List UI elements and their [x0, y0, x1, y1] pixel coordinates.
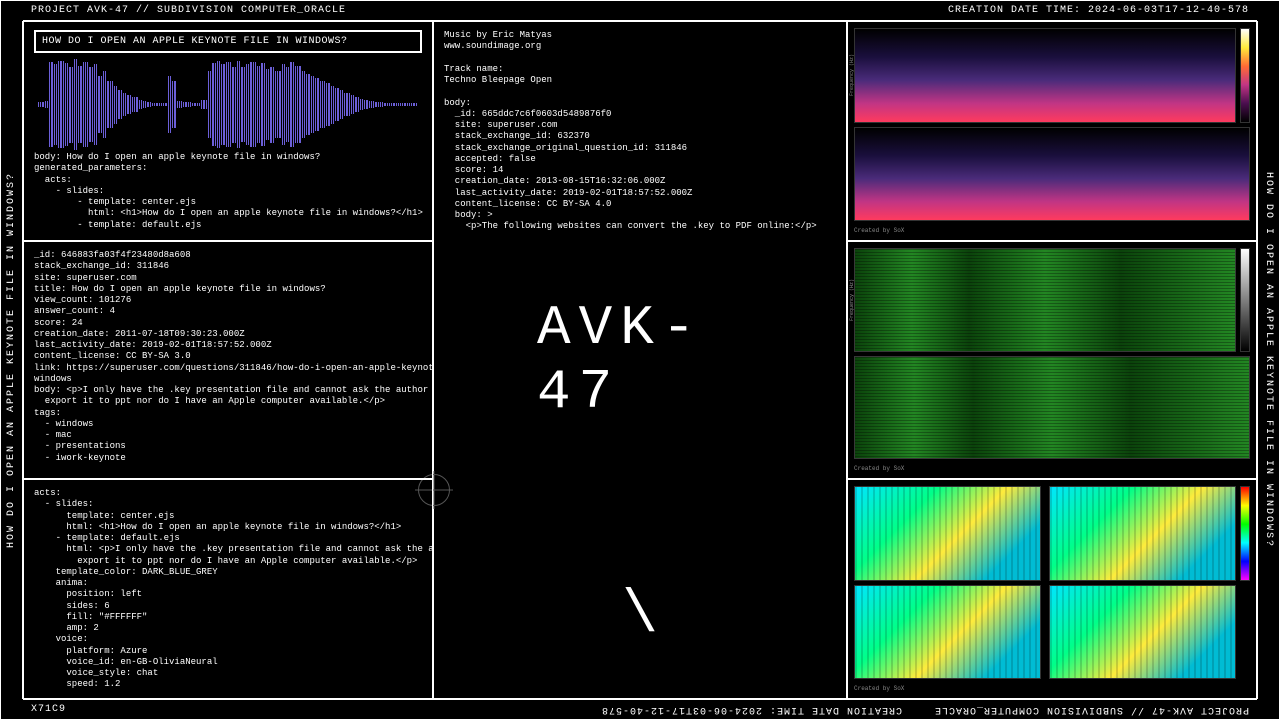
spec-caption-2: Created by SoX — [854, 463, 1250, 472]
spec-caption-1: Created by SoX — [854, 225, 1250, 234]
main-grid: HOW DO I OPEN AN APPLE KEYNOTE FILE IN W… — [23, 21, 1257, 699]
footer-project-flipped: PROJECT AVK-47 // SUBDIVISION COMPUTER_O… — [934, 704, 1249, 715]
colorbar-heat — [1240, 28, 1250, 123]
header-datetime: CREATION DATE TIME: 2024-06-03T17-12-40-… — [948, 5, 1249, 16]
side-right-text: HOW DO I OPEN AN APPLE KEYNOTE FILE IN W… — [1263, 172, 1274, 548]
panel-search-waveform: HOW DO I OPEN AN APPLE KEYNOTE FILE IN W… — [23, 21, 433, 241]
spectrogram-cyan-1 — [854, 486, 1041, 581]
axis-y-label: Frequency (Hz) — [849, 279, 855, 321]
panel-question-meta: _id: 646883fa03f4f23480d8a608 stack_exch… — [23, 241, 433, 479]
spec-caption-3: Created by SoX — [854, 683, 1250, 692]
footer-bar: X71C9 CREATION DATE TIME: 2024-06-03T17-… — [23, 699, 1257, 719]
acts-config-yaml: acts: - slides: template: center.ejs htm… — [34, 488, 422, 691]
project-title-large: AVK-47 — [537, 296, 743, 424]
spectrogram-cyan-2 — [1049, 486, 1236, 581]
header-bar: PROJECT AVK-47 // SUBDIVISION COMPUTER_O… — [23, 1, 1257, 21]
search-input[interactable]: HOW DO I OPEN AN APPLE KEYNOTE FILE IN W… — [34, 30, 422, 53]
header-project: PROJECT AVK-47 // SUBDIVISION COMPUTER_O… — [31, 5, 948, 16]
spectrogram-green-2 — [854, 356, 1250, 460]
panel-acts-config: acts: - slides: template: center.ejs htm… — [23, 479, 433, 699]
side-rail-right: HOW DO I OPEN AN APPLE KEYNOTE FILE IN W… — [1257, 21, 1279, 699]
side-left-text: HOW DO I OPEN AN APPLE KEYNOTE FILE IN W… — [6, 172, 17, 548]
spectrogram-cyan-3 — [854, 585, 1041, 680]
axis-y-label: Frequency (Hz) — [849, 54, 855, 96]
spectrogram-purple-1: Frequency (Hz) — [854, 28, 1236, 123]
footer-datetime-flipped: CREATION DATE TIME: 2024-06-03T17-12-40-… — [601, 704, 902, 715]
app-frame: PROJECT AVK-47 // SUBDIVISION COMPUTER_O… — [0, 0, 1280, 720]
panel-center: Music by Eric Matyas www.soundimage.org … — [433, 21, 847, 699]
panel-spectrogram-mid: Frequency (Hz) Created by SoX — [847, 241, 1257, 479]
footer-code: X71C9 — [31, 704, 601, 715]
spinner-glyph: \ — [622, 582, 658, 650]
panel-spectrogram-bottom: Created by SoX — [847, 479, 1257, 699]
spectrogram-cyan-4 — [1049, 585, 1236, 680]
spectrogram-purple-2 — [854, 127, 1250, 222]
spectrogram-green-1: Frequency (Hz) — [854, 248, 1236, 352]
generated-params-yaml: body: How do I open an apple keynote fil… — [34, 152, 422, 231]
question-meta-yaml: _id: 646883fa03f4f23480d8a608 stack_exch… — [34, 250, 422, 464]
center-metadata-yaml: Music by Eric Matyas www.soundimage.org … — [444, 30, 836, 233]
panel-spectrogram-top: Frequency (Hz) Created by SoX — [847, 21, 1257, 241]
side-rail-left: HOW DO I OPEN AN APPLE KEYNOTE FILE IN W… — [1, 21, 23, 699]
colorbar-gray — [1240, 248, 1250, 352]
colorbar-rainbow — [1240, 486, 1250, 581]
waveform-display[interactable] — [34, 57, 422, 152]
